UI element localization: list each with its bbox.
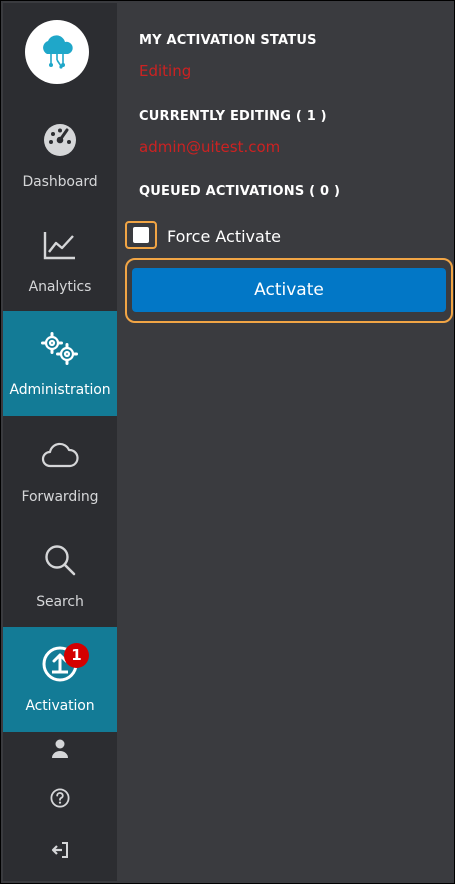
currently-editing-title: CURRENTLY EDITING ( 1 ) xyxy=(139,109,327,124)
help-button[interactable] xyxy=(3,783,117,813)
cloud-network-icon xyxy=(43,35,73,69)
sidebar-item-label: Search xyxy=(36,594,84,610)
cloud-icon xyxy=(3,438,117,472)
my-activation-status-title: MY ACTIVATION STATUS xyxy=(139,33,317,48)
sidebar-item-forwarding[interactable]: Forwarding xyxy=(3,418,117,523)
help-icon xyxy=(50,788,70,808)
analytics-chart-icon xyxy=(3,228,117,262)
queued-activations-title: QUEUED ACTIVATIONS ( 0 ) xyxy=(139,184,341,199)
cloud-logo[interactable] xyxy=(25,20,89,84)
upload-activation-icon xyxy=(3,646,117,682)
force-activate-checkbox-highlight xyxy=(125,221,157,249)
sidebar-item-analytics[interactable]: Analytics xyxy=(3,208,117,313)
sidebar-item-label: Analytics xyxy=(28,279,92,295)
sign-out-icon xyxy=(51,842,68,858)
sidebar-item-label: Administration xyxy=(9,382,111,398)
dashboard-gauge-icon xyxy=(3,123,117,157)
sidebar-item-label: Forwarding xyxy=(21,489,99,505)
force-activate-checkbox[interactable] xyxy=(133,227,149,243)
sidebar: Dashboard Analytics Administration Forwa… xyxy=(3,3,117,881)
activation-panel: MY ACTIVATION STATUS Editing CURRENTLY E… xyxy=(117,3,453,881)
sidebar-item-label: Dashboard xyxy=(22,174,98,190)
search-icon xyxy=(3,543,117,577)
sidebar-item-administration[interactable]: Administration xyxy=(3,311,117,416)
user-icon xyxy=(52,739,68,758)
activation-count-badge: 1 xyxy=(64,643,89,668)
my-activation-status-value: Editing xyxy=(139,62,192,80)
sidebar-item-search[interactable]: Search xyxy=(3,523,117,628)
user-profile-button[interactable] xyxy=(3,734,117,764)
force-activate-label[interactable]: Force Activate xyxy=(167,227,281,246)
currently-editing-user: admin@uitest.com xyxy=(139,138,281,156)
sidebar-item-label: Activation xyxy=(25,698,95,714)
sidebar-item-activation[interactable]: 1 Activation xyxy=(3,627,117,732)
activate-button-highlight: Activate xyxy=(125,258,453,323)
app-frame: Dashboard Analytics Administration Forwa… xyxy=(0,0,455,884)
sidebar-item-dashboard[interactable]: Dashboard xyxy=(3,103,117,208)
activate-button[interactable]: Activate xyxy=(132,268,446,312)
sign-out-button[interactable] xyxy=(3,835,117,865)
gears-icon xyxy=(3,331,117,365)
